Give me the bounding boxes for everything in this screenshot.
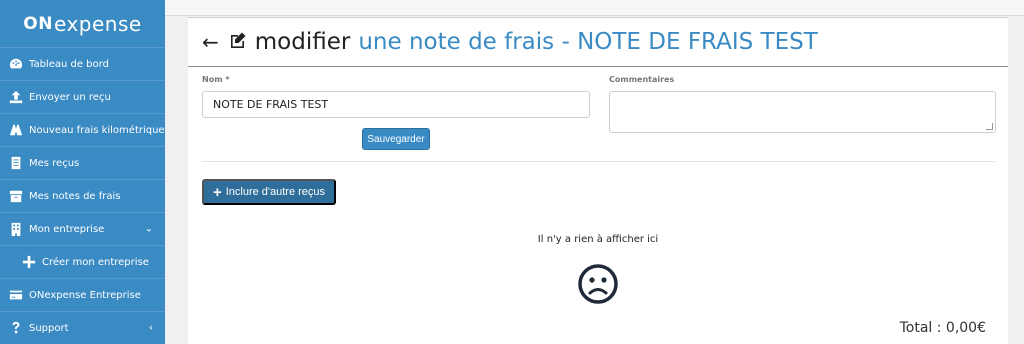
sidebar-item-label: Support [29,322,69,334]
comment-field[interactable] [609,91,996,133]
sidebar-item-label: Nouveau frais kilométrique [29,124,165,136]
app: ON expense Tableau de bord Envoyer un reç… [0,0,1024,344]
question-icon [9,321,23,335]
edit-icon [229,31,247,53]
top-bar [165,0,1024,16]
sidebar-item-tableau-de-bord[interactable]: Tableau de bord [0,47,165,80]
nom-label: Nom * [202,75,230,84]
sidebar-item-frais-kilometrique[interactable]: Nouveau frais kilométrique [0,113,165,146]
building-icon [9,222,23,236]
total-amount: Total : 0,00€ [899,320,986,336]
plus-icon [22,255,36,269]
archive-icon [9,189,23,203]
credit-card-icon [9,288,23,302]
page-title: une note de frais - NOTE DE FRAIS TEST [358,29,818,55]
empty-state-text: Il n'y a rien à afficher ici [537,234,659,245]
chevron-left-icon[interactable]: ‹ [149,323,153,334]
nom-field[interactable]: NOTE DE FRAIS TEST [202,91,590,118]
receipt-icon [9,156,23,170]
page-header: ← modifier une note de frais - NOTE DE F… [188,18,1008,67]
page-title-action: modifier [254,29,351,55]
include-receipts-label: Inclure d'autre reçus [225,186,326,198]
sidebar-item-label: ONexpense Entreprise [29,289,141,301]
divider [202,161,996,162]
sidebar-item-onexpense-entreprise[interactable]: ONexpense Entreprise [0,278,165,311]
sidebar-item-label: Mon entreprise [29,223,105,235]
sidebar-nav: Tableau de bord Envoyer un reçu Nouveau … [0,47,165,344]
comment-label: Commentaires [609,75,675,84]
sidebar-item-mon-entreprise[interactable]: Mon entreprise ⌄ [0,212,165,245]
nom-value: NOTE DE FRAIS TEST [213,98,329,111]
dashboard-icon [9,57,23,71]
include-receipts-button[interactable]: + Inclure d'autre reçus [202,179,336,205]
sidebar-item-label: Tableau de bord [29,58,109,70]
sidebar-item-label: Mes reçus [29,157,80,169]
content-panel: ← modifier une note de frais - NOTE DE F… [188,17,1008,344]
sidebar-item-support[interactable]: Support ‹ [0,311,165,344]
sidebar-item-creer-entreprise[interactable]: Créer mon entreprise [0,245,165,278]
resize-handle[interactable] [986,123,993,130]
sidebar-item-label: Créer mon entreprise [42,256,149,268]
logo[interactable]: ON expense [0,0,165,47]
sidebar-item-mes-recus[interactable]: Mes reçus [0,146,165,179]
sidebar-item-label: Envoyer un reçu [29,91,111,103]
sidebar-item-mes-notes-de-frais[interactable]: Mes notes de frais [0,179,165,212]
road-icon [9,123,23,137]
upload-icon [9,90,23,104]
sidebar-item-label: Mes notes de frais [29,190,121,202]
sidebar-item-envoyer-recu[interactable]: Envoyer un reçu [0,80,165,113]
back-arrow-icon[interactable]: ← [202,30,219,54]
logo-on: ON [23,13,53,34]
sad-face-icon [578,264,618,304]
chevron-down-icon[interactable]: ⌄ [145,224,153,235]
logo-expense: expense [53,11,142,36]
save-button[interactable]: Sauvegarder [362,128,430,150]
sidebar: ON expense Tableau de bord Envoyer un reç… [0,0,165,344]
plus-icon: + [212,183,222,201]
